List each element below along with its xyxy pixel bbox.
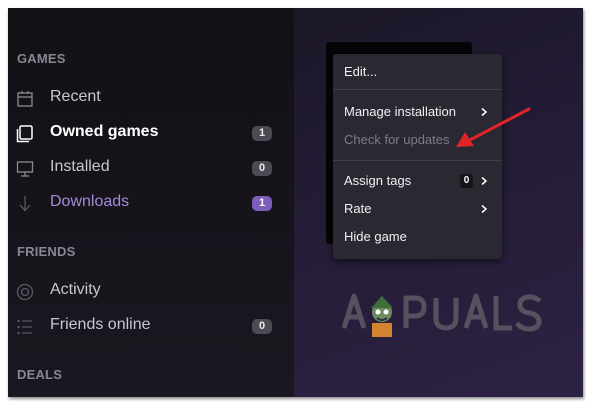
sidebar-item-installed[interactable]: Installed 0 — [8, 156, 294, 182]
calendar-icon — [17, 91, 33, 107]
sidebar-item-label: Installed — [50, 158, 110, 175]
library-icon — [16, 125, 33, 143]
menu-item-assign-tags[interactable]: Assign tags 0 — [333, 169, 502, 193]
sidebar-item-label: Friends online — [50, 316, 151, 333]
friends-list-icon — [17, 319, 32, 335]
menu-item-rate[interactable]: Rate — [333, 197, 502, 221]
sidebar-item-label: Downloads — [50, 193, 130, 210]
menu-item-label: Rate — [344, 201, 372, 216]
sidebar-item-friends-online[interactable]: Friends online 0 — [8, 314, 294, 340]
menu-divider — [333, 160, 502, 161]
menu-item-label: Edit... — [344, 64, 378, 79]
download-icon — [19, 196, 31, 212]
sidebar-item-downloads[interactable]: Downloads 1 — [8, 191, 294, 217]
menu-item-label: Assign tags — [344, 173, 412, 188]
sidebar-item-label: Owned games — [50, 123, 159, 140]
count-badge: 0 — [252, 161, 272, 176]
sidebar-item-label: Activity — [50, 281, 101, 298]
section-title-games: GAMES — [17, 51, 66, 66]
menu-item-label: Check for updates — [344, 132, 450, 147]
menu-item-hide-game[interactable]: Hide game — [333, 225, 502, 249]
count-badge: 1 — [252, 126, 272, 141]
chevron-right-icon — [481, 176, 488, 186]
section-title-friends: FRIENDS — [17, 244, 76, 259]
sidebar-item-recent[interactable]: Recent — [8, 86, 294, 112]
sidebar-item-label: Recent — [50, 88, 101, 105]
section-title-deals: DEALS — [17, 367, 63, 382]
monitor-icon — [16, 161, 34, 177]
chevron-right-icon — [481, 204, 488, 214]
annotation-arrow-icon — [456, 107, 531, 147]
sidebar-item-owned-games[interactable]: Owned games 1 — [8, 121, 294, 147]
menu-item-label: Manage installation — [344, 104, 457, 119]
sidebar: GAMES Recent Owned games 1 Installed 0 D… — [8, 8, 294, 397]
count-badge: 1 — [252, 196, 272, 211]
menu-divider — [333, 89, 502, 90]
count-badge: 0 — [252, 319, 272, 334]
activity-icon — [16, 283, 34, 301]
context-menu: Edit... Manage installation Check for up… — [333, 54, 502, 259]
tag-count-badge: 0 — [460, 174, 473, 188]
menu-item-label: Hide game — [344, 229, 407, 244]
appuals-watermark-logo — [341, 293, 542, 337]
sidebar-item-activity[interactable]: Activity — [8, 279, 294, 305]
menu-item-edit[interactable]: Edit... — [333, 60, 502, 84]
